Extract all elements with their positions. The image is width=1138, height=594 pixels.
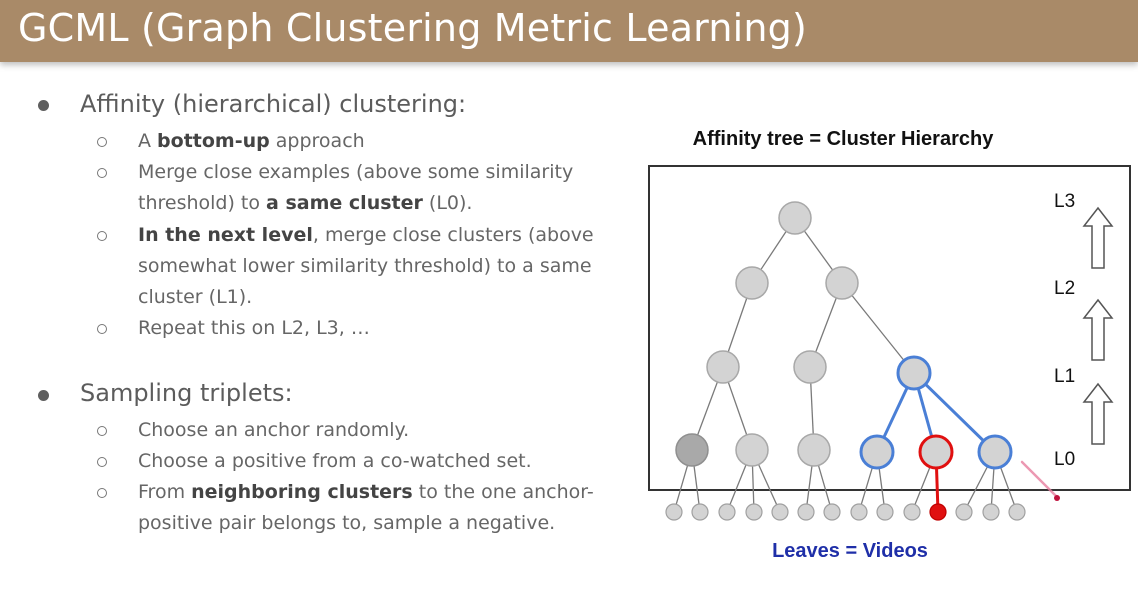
- level-arrows: [1082, 206, 1114, 445]
- pointer-dot: [1054, 495, 1060, 501]
- l0-node-blue: [859, 434, 895, 470]
- leaf-nodes: [665, 503, 1026, 521]
- leaf-node: [982, 503, 1000, 521]
- level-label-l1: L1: [1054, 366, 1076, 387]
- l2-node: [825, 266, 859, 300]
- leaf-node-red: [929, 503, 947, 521]
- l2-node: [735, 266, 769, 300]
- l0-node-dark: [675, 433, 709, 467]
- up-arrow-icon: [1082, 382, 1114, 445]
- leaf-node: [823, 503, 841, 521]
- level-label-l0: L0: [1054, 449, 1076, 470]
- level-label-l3: L3: [1054, 191, 1076, 212]
- up-arrow-icon: [1082, 206, 1114, 269]
- up-arrow-icon: [1082, 298, 1114, 361]
- l0-node-blue: [977, 434, 1013, 470]
- leaf-node: [797, 503, 815, 521]
- leaf-node: [771, 503, 789, 521]
- leaf-node: [876, 503, 894, 521]
- l0-node: [797, 433, 831, 467]
- leaf-node: [903, 503, 921, 521]
- leaf-node: [745, 503, 763, 521]
- leaf-node: [1008, 503, 1026, 521]
- leaf-node: [718, 503, 736, 521]
- leaf-node: [955, 503, 973, 521]
- tree-svg: [648, 165, 1131, 521]
- leaf-node: [691, 503, 709, 521]
- level-label-l2: L2: [1054, 278, 1076, 299]
- leaf-node: [850, 503, 868, 521]
- affinity-tree-diagram: Affinity tree = Cluster Hierarchy L3 L2 …: [0, 0, 1138, 594]
- l1-node: [706, 350, 740, 384]
- leaf-node: [665, 503, 683, 521]
- tree-nodes: [675, 201, 1013, 470]
- root-node: [778, 201, 812, 235]
- l0-node-red: [918, 434, 954, 470]
- l0-node: [735, 433, 769, 467]
- l1-node: [793, 350, 827, 384]
- l1-node-highlight: [896, 355, 932, 391]
- diagram-caption: Leaves = Videos: [772, 540, 928, 562]
